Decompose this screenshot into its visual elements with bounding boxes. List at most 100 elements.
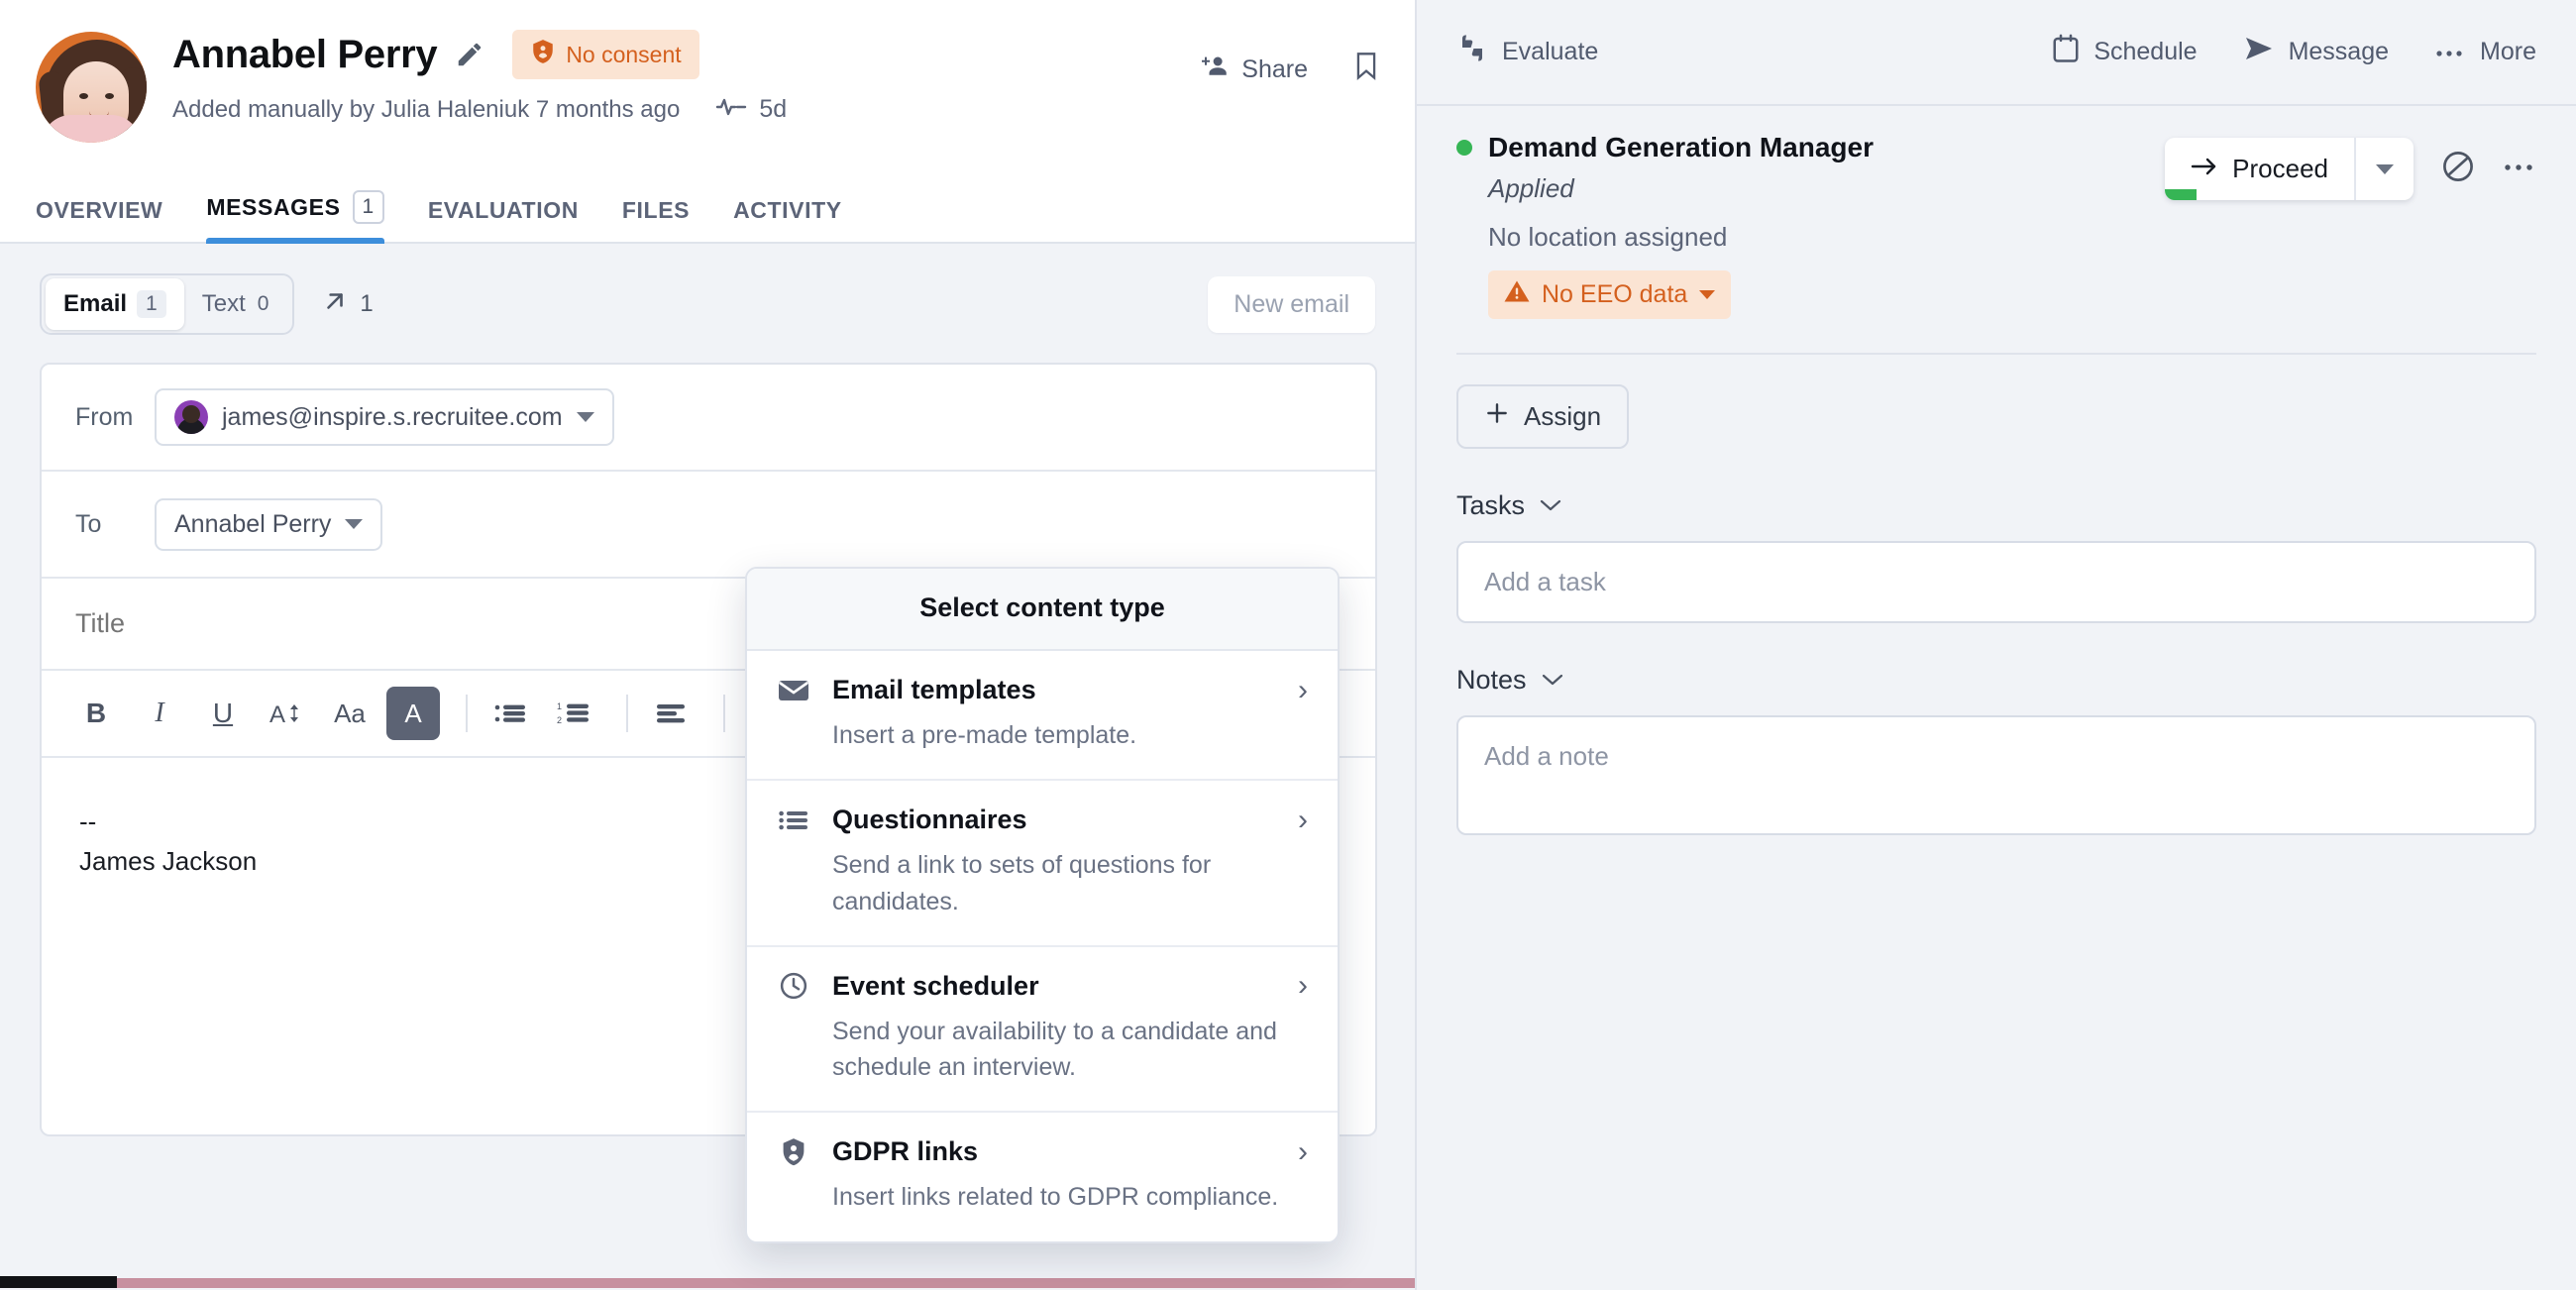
job-title[interactable]: Demand Generation Manager (1488, 132, 1874, 163)
bookmark-icon (1353, 52, 1379, 88)
message-label: Message (2289, 38, 2389, 66)
bullet-list-icon[interactable] (483, 687, 537, 740)
chevron-right-icon: › (1298, 676, 1308, 705)
pencil-icon[interactable] (455, 40, 484, 69)
segment-email[interactable]: Email 1 (46, 278, 184, 330)
ellipsis-icon (2503, 161, 2536, 178)
popover-item-gdpr-links[interactable]: GDPR links › Insert links related to GDP… (747, 1113, 1338, 1240)
clock-icon (777, 971, 810, 1001)
shield-person-icon (777, 1137, 810, 1167)
candidate-left-pane: Annabel Perry No consent Added manual (0, 0, 1417, 1290)
ellipsis-icon (2434, 38, 2466, 66)
segment-text-count: 0 (256, 292, 271, 316)
status-dot-icon (1456, 140, 1472, 156)
bold-icon[interactable]: B (69, 687, 123, 740)
no-entry-icon (2441, 150, 2475, 188)
toolbar-divider (626, 695, 628, 732)
tab-messages-label: MESSAGES (206, 194, 340, 221)
align-left-icon[interactable] (644, 687, 698, 740)
message-button[interactable]: Message (2243, 35, 2389, 69)
font-size-icon[interactable]: A (260, 687, 313, 740)
chevron-down-icon (1539, 492, 1562, 520)
numbered-list-icon[interactable]: 12 (547, 687, 600, 740)
tab-messages[interactable]: MESSAGES 1 (206, 176, 383, 242)
thumbs-up-down-icon (1456, 34, 1488, 70)
proceed-dropdown-toggle[interactable] (2356, 138, 2414, 200)
caret-down-icon (1699, 290, 1715, 299)
text-case-icon[interactable]: Aa (323, 687, 376, 740)
schedule-label: Schedule (2093, 38, 2197, 66)
new-email-button[interactable]: New email (1208, 276, 1375, 333)
page-title: Annabel Perry (172, 33, 437, 77)
pulse-icon (715, 95, 747, 124)
arrow-right-icon (2191, 154, 2218, 184)
activity-indicator[interactable]: 5d (715, 95, 787, 124)
arrow-up-right-icon (322, 288, 348, 321)
tab-overview-label: OVERVIEW (36, 197, 162, 224)
assign-label: Assign (1524, 401, 1601, 432)
popover-item-title: GDPR links (832, 1136, 978, 1167)
tab-messages-count: 1 (353, 190, 384, 224)
scrollbar-thumb[interactable] (0, 1276, 117, 1288)
evaluate-button[interactable]: Evaluate (1456, 34, 1598, 70)
popover-item-title: Email templates (832, 675, 1036, 705)
schedule-button[interactable]: Schedule (2052, 34, 2197, 70)
popover-item-questionnaires[interactable]: Questionnaires › Send a link to sets of … (747, 781, 1338, 947)
from-label: From (75, 403, 155, 432)
from-value: james@inspire.s.recruitee.com (222, 403, 563, 432)
assign-button[interactable]: Assign (1456, 384, 1629, 449)
bookmark-button[interactable] (1353, 52, 1379, 88)
disqualify-button[interactable] (2441, 150, 2475, 188)
to-select[interactable]: Annabel Perry (155, 498, 382, 551)
activity-days: 5d (759, 95, 787, 124)
chevron-right-icon: › (1298, 971, 1308, 1001)
job-more-button[interactable] (2503, 161, 2536, 178)
chevron-down-icon (1541, 667, 1564, 695)
candidate-title-block: Annabel Perry No consent Added manual (172, 28, 1200, 124)
to-label: To (75, 510, 155, 539)
right-panel-actions: Schedule Message More (2052, 34, 2536, 70)
popover-item-desc: Insert links related to GDPR compliance. (832, 1179, 1308, 1215)
segment-text[interactable]: Text 0 (184, 278, 289, 330)
candidate-right-pane: Evaluate Schedule Message (1417, 0, 2576, 1290)
candidate-header: Annabel Perry No consent Added manual (0, 0, 1415, 143)
horizontal-scrollbar[interactable] (0, 1276, 1415, 1290)
evaluate-label: Evaluate (1502, 38, 1598, 66)
share-button[interactable]: Share (1200, 52, 1308, 88)
forwarded-count[interactable]: 1 (322, 288, 373, 321)
job-location: No location assigned (1488, 222, 2165, 253)
notes-section-header[interactable]: Notes (1417, 623, 2576, 696)
italic-icon[interactable]: I (133, 687, 186, 740)
add-note-input[interactable]: Add a note (1456, 715, 2536, 835)
candidate-meta: Added manually by Julia Haleniuk 7 month… (172, 95, 1200, 124)
popover-item-event-scheduler[interactable]: Event scheduler › Send your availability… (747, 947, 1338, 1114)
chevron-right-icon: › (1298, 1137, 1308, 1167)
text-color-icon[interactable]: A (386, 687, 440, 740)
caret-down-icon (2376, 164, 2394, 174)
envelope-icon (777, 678, 810, 703)
notes-label: Notes (1456, 665, 1527, 696)
popover-item-desc: Send a link to sets of questions for can… (832, 847, 1308, 919)
list-icon (777, 808, 810, 832)
svg-text:2: 2 (557, 715, 562, 725)
shield-person-icon (530, 39, 556, 70)
popover-item-email-templates[interactable]: Email templates › Insert a pre-made temp… (747, 651, 1338, 781)
tasks-section-header[interactable]: Tasks (1417, 449, 2576, 521)
tab-overview[interactable]: OVERVIEW (36, 183, 162, 242)
add-task-input[interactable]: Add a task (1456, 541, 2536, 623)
segment-text-label: Text (202, 290, 246, 318)
job-application-block: Demand Generation Manager Applied No loc… (1417, 106, 2576, 319)
proceed-button[interactable]: Proceed (2165, 138, 2356, 200)
underline-icon[interactable]: U (196, 687, 250, 740)
share-label: Share (1241, 55, 1308, 84)
proceed-button-group: Proceed (2165, 138, 2414, 200)
scrollbar-track (117, 1278, 1415, 1288)
tab-files[interactable]: FILES (622, 183, 690, 242)
segment-email-label: Email (63, 290, 127, 318)
eeo-badge[interactable]: No EEO data (1488, 270, 1731, 319)
more-button[interactable]: More (2434, 38, 2536, 66)
status-badge[interactable]: No consent (512, 30, 698, 79)
tab-evaluation[interactable]: EVALUATION (428, 183, 579, 242)
tab-activity[interactable]: ACTIVITY (733, 183, 842, 242)
from-select[interactable]: james@inspire.s.recruitee.com (155, 388, 614, 446)
